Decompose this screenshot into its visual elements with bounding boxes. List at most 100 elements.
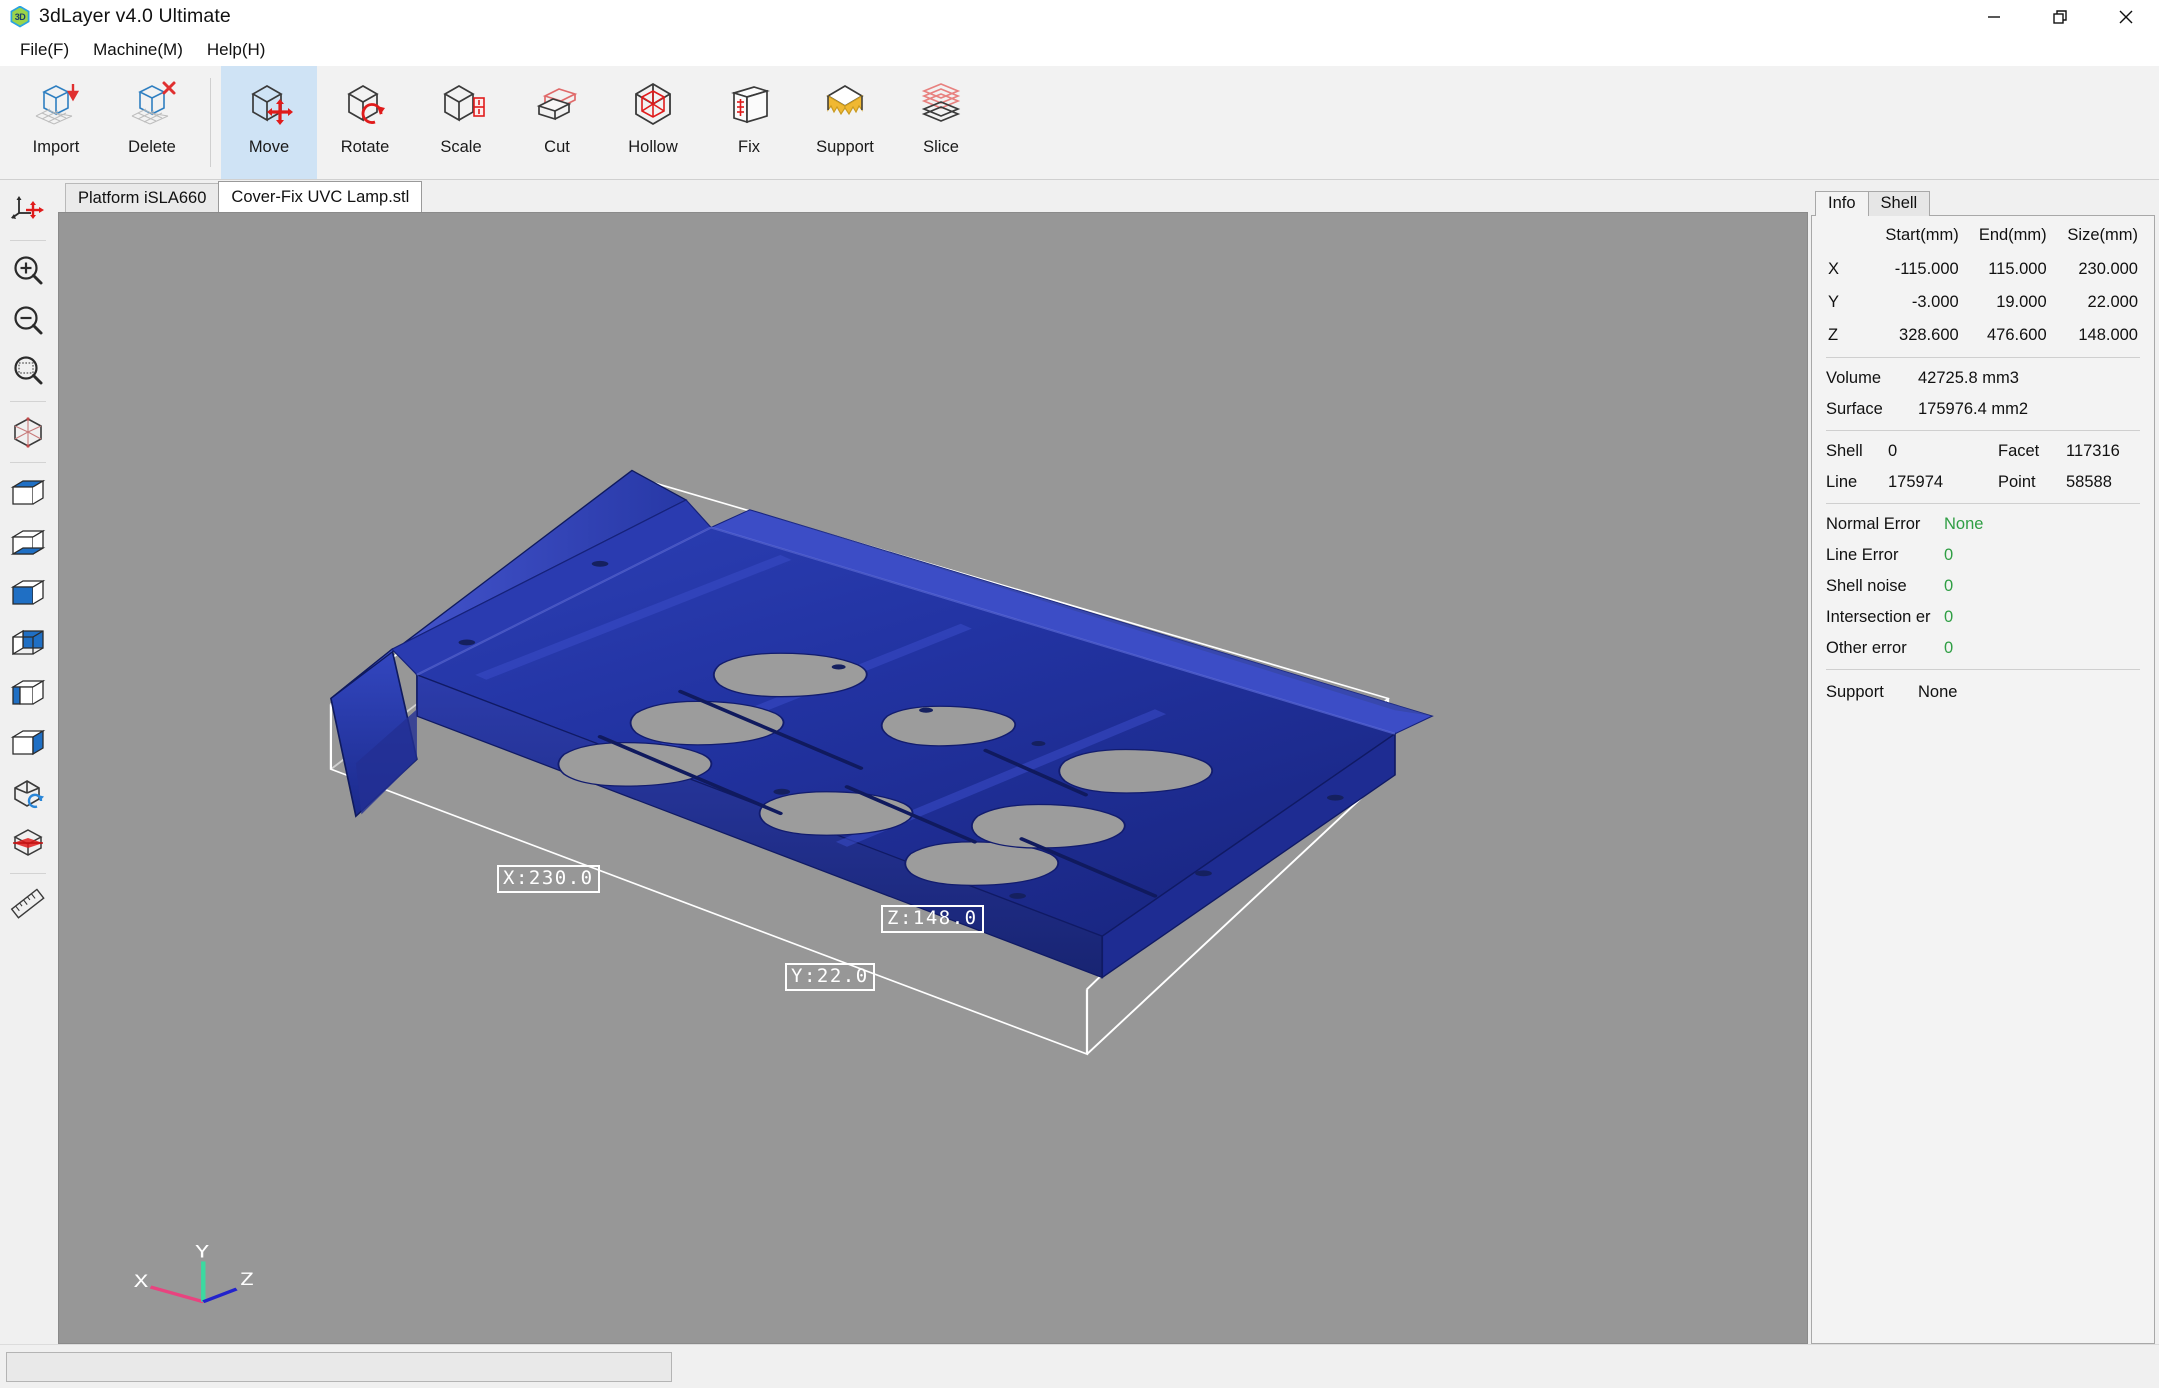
- z-end: 476.600: [1987, 326, 2047, 344]
- surface-value: 175976.4 mm2: [1918, 400, 2029, 418]
- slice-stack-icon: [911, 76, 971, 132]
- other-error-value: 0: [1944, 639, 1954, 657]
- x-end: 115.000: [1988, 260, 2047, 278]
- close-button[interactable]: [2093, 0, 2159, 34]
- line-error-label: Line Error: [1826, 546, 1899, 564]
- rail-separator: [9, 873, 46, 874]
- normal-error-row: Normal Error None: [1826, 509, 2140, 540]
- rail-separator: [9, 240, 46, 241]
- toolbar-label-hollow: Hollow: [628, 138, 678, 156]
- axis-move-icon[interactable]: [6, 188, 50, 232]
- toolbar-label-rotate: Rotate: [340, 138, 390, 156]
- support-row: Support None: [1826, 675, 2140, 708]
- toolbar-label-delete: Delete: [128, 138, 176, 156]
- tab-shell[interactable]: Shell: [1867, 191, 1931, 216]
- tab-info[interactable]: Info: [1815, 191, 1869, 216]
- row-axis-y: Y: [1828, 293, 1840, 311]
- toolbar-button-hollow[interactable]: Hollow: [605, 66, 701, 179]
- viewport-3d[interactable]: X Y Z X:230.0 Z:148.0 Y:22.0: [58, 212, 1808, 1344]
- menu-bar: File(F) Machine(M) Help(H): [0, 34, 2159, 66]
- z-size: 148.000: [2078, 326, 2138, 344]
- row-axis-x: X: [1828, 260, 1840, 278]
- toolbar-button-rotate[interactable]: Rotate: [317, 66, 413, 179]
- toolbar-button-support[interactable]: Support: [797, 66, 893, 179]
- surface-row: Surface 175976.4 mm2: [1826, 394, 2140, 425]
- cross-section-icon[interactable]: [6, 821, 50, 865]
- toolbar-separator: [210, 78, 211, 167]
- divider: [1826, 357, 2140, 358]
- toolbar-label-scale: Scale: [440, 138, 482, 156]
- maximize-button[interactable]: [2027, 0, 2093, 34]
- delete-cube-icon: [122, 76, 182, 132]
- svg-text:Y: Y: [195, 1242, 209, 1262]
- line-value: 175974: [1888, 473, 1944, 491]
- toolbar-button-slice[interactable]: Slice: [893, 66, 989, 179]
- move-cube-icon: [239, 76, 299, 132]
- isometric-view-icon[interactable]: [6, 410, 50, 454]
- row-axis-z: Z: [1828, 326, 1839, 344]
- z-start: 328.600: [1899, 326, 1959, 344]
- hollow-cube-icon: [623, 76, 683, 132]
- left-tool-rail: [0, 180, 55, 1344]
- view-top-icon[interactable]: [6, 471, 50, 515]
- tab-model[interactable]: Cover-Fix UVC Lamp.stl: [218, 181, 423, 212]
- rail-separator: [9, 462, 46, 463]
- view-right-icon[interactable]: [6, 721, 50, 765]
- axis-gizmo: X Y Z: [134, 1242, 254, 1304]
- view-back-icon[interactable]: [6, 621, 50, 665]
- toolbar-label-support: Support: [816, 138, 874, 156]
- intersection-error-row: Intersection er 0: [1826, 602, 2140, 633]
- minimize-button[interactable]: [1961, 0, 2027, 34]
- line-point-row: Line 175974 Point 58588: [1826, 467, 2140, 498]
- menu-machine[interactable]: Machine(M): [83, 37, 193, 64]
- toolbar-button-import[interactable]: Import: [8, 66, 104, 179]
- intersection-error-value: 0: [1944, 608, 1954, 626]
- divider: [1826, 669, 2140, 670]
- view-front-icon[interactable]: [6, 571, 50, 615]
- scale-cube-icon: [431, 76, 491, 132]
- toolbar-button-scale[interactable]: Scale: [413, 66, 509, 179]
- progress-bar: [6, 1351, 672, 1382]
- shell-noise-row: Shell noise 0: [1826, 571, 2140, 602]
- support-value: None: [1918, 683, 1958, 701]
- view-bottom-icon[interactable]: [6, 521, 50, 565]
- other-error-row: Other error 0: [1826, 633, 2140, 664]
- toolbar-button-delete[interactable]: Delete: [104, 66, 200, 179]
- model-mesh: [330, 469, 1434, 979]
- menu-file[interactable]: File(F): [10, 37, 79, 64]
- table-row: X -115.000 115.000 230.000: [1826, 253, 2140, 286]
- application-window: 3D 3dLayer v4.0 Ultimate File(F) Machine…: [0, 0, 2159, 1388]
- table-header-row: Start(mm) End(mm) Size(mm): [1826, 222, 2140, 253]
- shell-label: Shell: [1826, 442, 1863, 460]
- status-bar: [0, 1344, 2159, 1388]
- zoom-in-icon[interactable]: [6, 249, 50, 293]
- menu-help[interactable]: Help(H): [197, 37, 276, 64]
- toolbar-button-move[interactable]: Move: [221, 66, 317, 179]
- tab-platform[interactable]: Platform iSLA660: [65, 183, 220, 212]
- viewport-canvas[interactable]: X Y Z: [59, 213, 1807, 1343]
- toolbar-button-fix[interactable]: Fix: [701, 66, 797, 179]
- point-value: 58588: [2066, 473, 2112, 491]
- line-label: Line: [1826, 473, 1858, 491]
- toolbar-label-import: Import: [32, 138, 80, 156]
- shell-facet-row: Shell 0 Facet 117316: [1826, 436, 2140, 467]
- header-end: End(mm): [1978, 226, 2047, 244]
- measure-ruler-icon[interactable]: [6, 882, 50, 926]
- title-bar: 3D 3dLayer v4.0 Ultimate: [0, 0, 2159, 34]
- toolbar-group-edit: Move Rotate Scale Cut Hollow Fix Support…: [221, 66, 989, 179]
- document-tabstrip: Platform iSLA660 Cover-Fix UVC Lamp.stl: [55, 180, 1808, 212]
- line-error-value: 0: [1944, 546, 1954, 564]
- zoom-out-icon[interactable]: [6, 299, 50, 343]
- app-logo-icon: 3D: [9, 5, 31, 28]
- view-left-icon[interactable]: [6, 671, 50, 715]
- shell-value: 0: [1888, 442, 1898, 460]
- window-controls: [1961, 0, 2159, 34]
- toolbar-button-cut[interactable]: Cut: [509, 66, 605, 179]
- y-size: 22.000: [2087, 293, 2138, 311]
- line-error-row: Line Error 0: [1826, 540, 2140, 571]
- point-label: Point: [1998, 473, 2036, 491]
- main-body: Platform iSLA660 Cover-Fix UVC Lamp.stl: [0, 180, 2159, 1344]
- zoom-fit-icon[interactable]: [6, 349, 50, 393]
- rotate-view-icon[interactable]: [6, 771, 50, 815]
- rotate-cube-icon: [335, 76, 395, 132]
